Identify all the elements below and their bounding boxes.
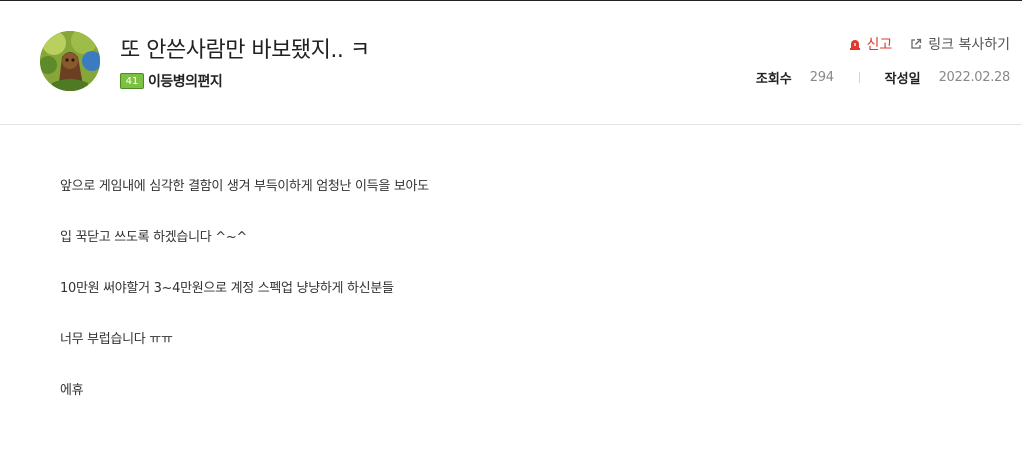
meta-divider (858, 72, 860, 83)
post-body: 앞으로 게임내에 심각한 결함이 생겨 부득이하게 엄청난 이득을 보아도 입 … (60, 178, 429, 433)
avatar-image (40, 31, 100, 91)
level-badge: 41 (120, 73, 144, 89)
copy-link-label: 링크 복사하기 (928, 37, 1010, 53)
post-title: 또 안쓴사람만 바보됐지.. ㅋ (120, 38, 370, 63)
siren-icon (849, 40, 860, 50)
copy-link-button[interactable]: 링크 복사하기 (910, 34, 1010, 54)
post-meta: 조회수 294 작성일 2022.02.28 (756, 68, 1010, 87)
report-button[interactable]: 신고 (849, 34, 893, 54)
body-paragraph: 입 꾹닫고 쓰도록 하겠습니다 ^~^ (60, 230, 248, 245)
date-label: 작성일 (884, 72, 921, 87)
avatar[interactable] (40, 31, 100, 91)
body-paragraph: 10만원 써야할거 3~4만원으로 계정 스펙업 냥냥하게 하신분들 (60, 281, 394, 296)
body-paragraph: 앞으로 게임내에 심각한 결함이 생겨 부득이하게 엄청난 이득을 보아도 (60, 179, 429, 194)
external-link-icon (911, 38, 922, 49)
author-name[interactable]: 이등병의편지 (148, 71, 223, 91)
post-actions: 신고 링크 복사하기 (849, 34, 1010, 54)
body-paragraph: 너무 부럽습니다 ㅠㅠ (60, 332, 173, 347)
date-value: 2022.02.28 (938, 70, 1011, 85)
body-paragraph: 에휴 (60, 383, 84, 398)
views-value: 294 (809, 70, 834, 85)
author-info[interactable]: 41 이등병의편지 (120, 71, 223, 91)
post-header: 또 안쓴사람만 바보됐지.. ㅋ 41 이등병의편지 신고 링크 복사하기 조회… (0, 1, 1022, 125)
views-label: 조회수 (755, 72, 792, 87)
report-label: 신고 (866, 37, 893, 53)
